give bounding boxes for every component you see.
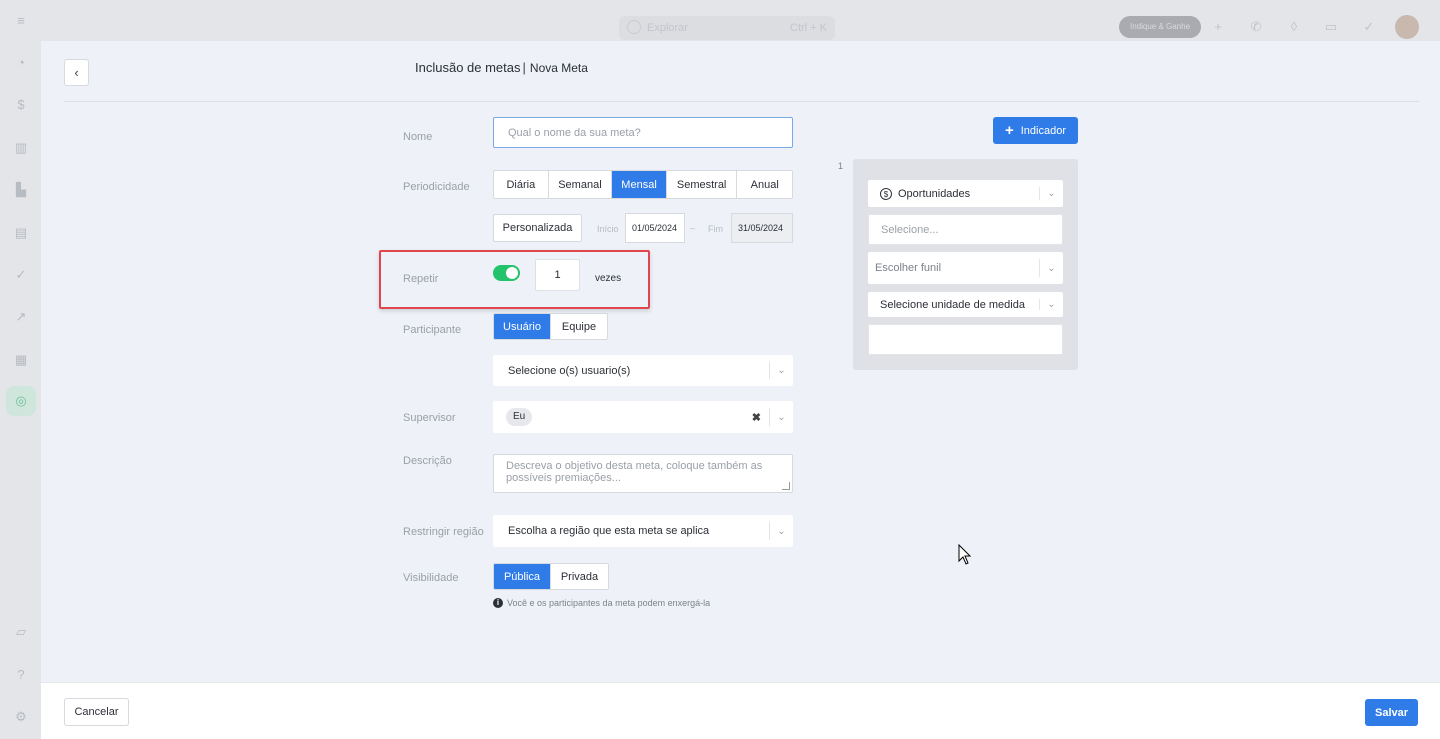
chevron-down-icon: ⌄ xyxy=(769,408,793,426)
supervisor-label: Supervisor xyxy=(403,412,456,424)
chevron-down-icon: ⌄ xyxy=(1039,187,1063,200)
visibility-selector: Pública Privada xyxy=(493,563,609,590)
dollar-icon: $ xyxy=(17,97,25,112)
visibility-option-publica[interactable]: Pública xyxy=(494,564,551,589)
date-range-separator: – xyxy=(690,223,696,233)
description-label: Descrição xyxy=(403,455,452,467)
start-date-label: Início xyxy=(597,224,619,234)
background-topbar: Explorar Ctrl + K Indique & Ganhe + ✆ ◊ … xyxy=(41,0,1440,41)
search-icon xyxy=(627,20,641,34)
indique-button: Indique & Ganhe xyxy=(1119,16,1201,38)
info-icon: i xyxy=(493,598,503,608)
region-select[interactable]: Escolha a região que esta meta se aplica… xyxy=(493,515,793,547)
menu-icon: ≡ xyxy=(17,13,25,28)
supervisor-select[interactable]: Eu ✖ ⌄ xyxy=(493,401,793,433)
plus-icon: + xyxy=(1214,19,1222,34)
dashboard-icon: ◔ xyxy=(17,55,25,70)
start-date-input[interactable]: 01/05/2024 xyxy=(625,213,685,243)
layers-icon: ▱ xyxy=(16,624,26,639)
bell-icon: ◊ xyxy=(1290,19,1298,34)
unit-select[interactable]: Selecione unidade de medida ⌄ xyxy=(868,292,1063,317)
participant-selector: Usuário Equipe xyxy=(493,313,608,340)
trend-icon: ↗ xyxy=(15,309,27,324)
periodicity-option-semestral[interactable]: Semestral xyxy=(667,171,738,198)
chevron-left-icon: ‹ xyxy=(74,65,79,80)
participant-label: Participante xyxy=(403,324,462,336)
plus-icon: + xyxy=(1004,122,1014,139)
visibility-option-privada[interactable]: Privada xyxy=(551,564,608,589)
indicator-option-select[interactable]: Selecione... xyxy=(868,214,1063,245)
target-icon: ◎ xyxy=(6,386,36,416)
settings-icon: ⚙ xyxy=(15,709,27,724)
participant-option-usuario[interactable]: Usuário xyxy=(494,314,551,339)
custom-period-button[interactable]: Personalizada xyxy=(493,214,582,242)
chevron-down-icon: ⌄ xyxy=(769,362,793,379)
check-icon: ✓ xyxy=(15,267,27,282)
periodicity-option-mensal[interactable]: Mensal xyxy=(612,171,667,198)
chevron-down-icon: ⌄ xyxy=(769,522,793,540)
goal-modal: ‹ Inclusão de metas|Nova Meta Nome Perio… xyxy=(41,41,1440,739)
indicator-type-select[interactable]: $ Oportunidades ⌄ xyxy=(868,180,1063,207)
indicator-value-input[interactable] xyxy=(868,324,1063,355)
periodicity-option-anual[interactable]: Anual xyxy=(737,171,792,198)
save-button[interactable]: Salvar xyxy=(1365,699,1418,726)
modal-footer: Cancelar Salvar xyxy=(41,682,1440,739)
region-label: Restringir região xyxy=(403,526,484,538)
periodicity-label: Periodicidade xyxy=(403,181,470,193)
task-icon: ✓ xyxy=(1363,19,1375,34)
background-sidebar: ≡ ◔ $ ▥ ▙ ▤ ✓ ↗ ▦ ◎ ▱ ? ⚙ xyxy=(0,0,41,739)
name-label: Nome xyxy=(403,131,433,143)
repeat-suffix: vezes xyxy=(595,273,622,284)
page-subtitle: Nova Meta xyxy=(529,61,588,75)
cancel-button[interactable]: Cancelar xyxy=(64,698,129,726)
end-date-input: 31/05/2024 xyxy=(731,213,793,243)
chevron-down-icon: ⌄ xyxy=(1039,299,1063,310)
indicator-card: $ Oportunidades ⌄ Selecione... Escolher f… xyxy=(853,159,1078,370)
repeat-label: Repetir xyxy=(403,273,439,285)
visibility-label: Visibilidade xyxy=(403,572,459,584)
users-select[interactable]: Selecione o(s) usuario(s) ⌄ xyxy=(493,355,793,386)
clear-icon[interactable]: ✖ xyxy=(752,411,761,424)
avatar xyxy=(1395,15,1419,39)
periodicity-option-semanal[interactable]: Semanal xyxy=(549,171,613,198)
building-icon: ▥ xyxy=(14,140,28,155)
mouse-cursor-icon xyxy=(958,544,972,565)
repeat-toggle[interactable] xyxy=(493,265,520,281)
calendar-icon: ▤ xyxy=(14,225,28,240)
repeat-count-input[interactable]: 1 xyxy=(535,259,580,291)
chevron-down-icon: ⌄ xyxy=(1039,259,1063,277)
resize-handle-icon[interactable] xyxy=(782,482,790,490)
periodicity-selector: Diária Semanal Mensal Semestral Anual xyxy=(493,170,793,199)
description-textarea[interactable]: Descreva o objetivo desta meta, coloque … xyxy=(493,454,793,493)
participant-option-equipe[interactable]: Equipe xyxy=(551,314,607,339)
help-icon: ? xyxy=(17,667,25,682)
periodicity-option-diaria[interactable]: Diária xyxy=(494,171,549,198)
background-search: Explorar Ctrl + K xyxy=(619,16,835,40)
end-date-label: Fim xyxy=(708,224,723,234)
divider xyxy=(64,101,1419,102)
inbox-icon: ▭ xyxy=(1324,19,1338,34)
indicator-index: 1 xyxy=(838,161,844,171)
grid-icon: ▦ xyxy=(14,352,28,367)
visibility-info: i Você e os participantes da meta podem … xyxy=(493,598,710,608)
supervisor-chip: Eu xyxy=(506,408,533,426)
name-input[interactable] xyxy=(493,117,793,148)
back-button[interactable]: ‹ xyxy=(64,59,89,86)
phone-icon: ✆ xyxy=(1250,19,1262,34)
page-title: Inclusão de metas | Nova Meta xyxy=(415,60,588,75)
funnel-select[interactable]: Escolher funil ⌄ xyxy=(868,252,1063,284)
dollar-icon: $ xyxy=(880,187,892,200)
add-indicator-button[interactable]: + Indicador xyxy=(993,117,1078,144)
chart-icon: ▙ xyxy=(16,182,26,197)
